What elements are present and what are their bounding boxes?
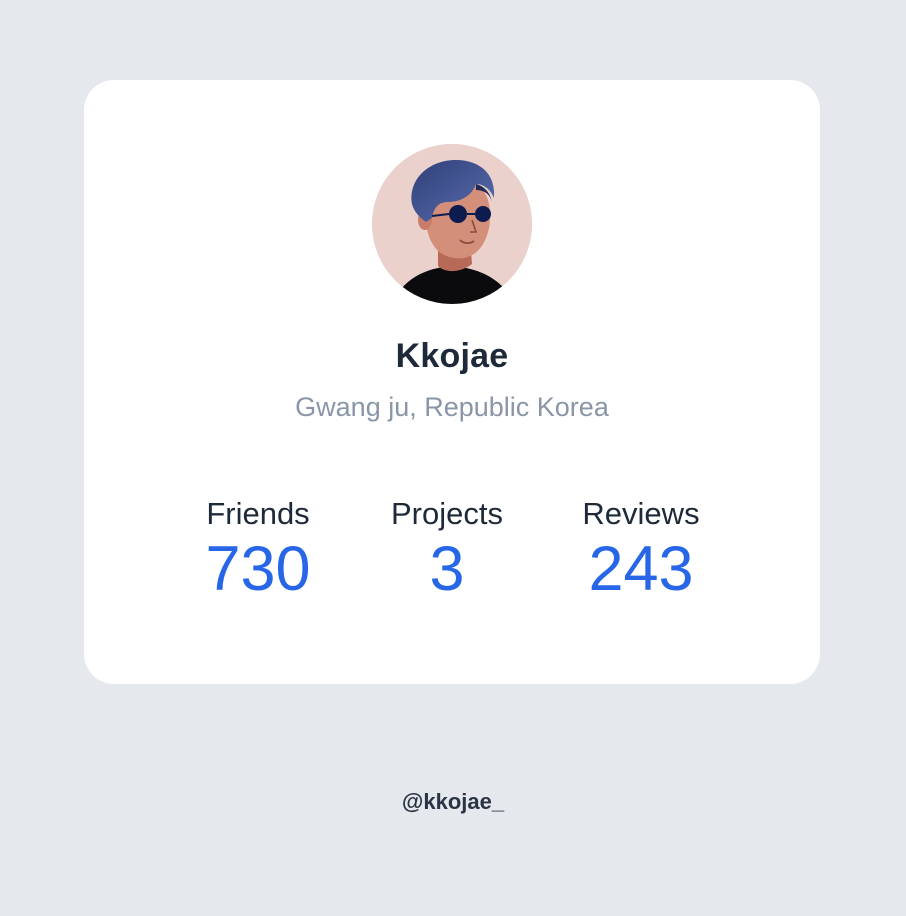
profile-location: Gwang ju, Republic Korea xyxy=(295,392,609,422)
stat-value: 243 xyxy=(588,534,694,604)
stat-label: Reviews xyxy=(582,496,700,531)
stat-reviews: Reviews 243 xyxy=(568,496,714,601)
stat-projects: Projects 3 xyxy=(372,496,522,601)
footer-handle-link[interactable]: @kkojae_ xyxy=(0,789,906,815)
stat-friends: Friends 730 xyxy=(184,496,332,601)
user-avatar-icon xyxy=(372,144,532,304)
profile-card: Kkojae Gwang ju, Republic Korea Friends … xyxy=(84,80,820,684)
stat-value: 3 xyxy=(429,534,465,604)
stat-label: Friends xyxy=(206,496,310,531)
stat-value: 730 xyxy=(205,534,311,604)
profile-name: Kkojae xyxy=(395,337,509,375)
stat-label: Projects xyxy=(391,496,503,531)
avatar xyxy=(372,144,532,304)
page: Kkojae Gwang ju, Republic Korea Friends … xyxy=(0,0,906,916)
